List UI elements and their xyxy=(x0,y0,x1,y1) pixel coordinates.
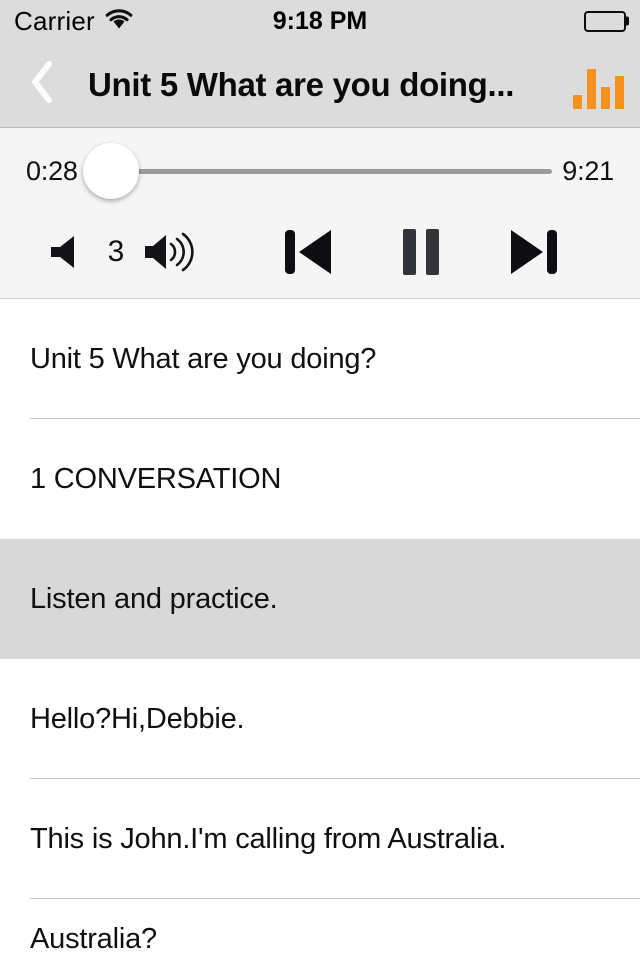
seek-slider-thumb[interactable] xyxy=(82,143,139,199)
equalizer-bar-2 xyxy=(587,68,596,109)
list-item[interactable]: 1 CONVERSATION xyxy=(0,419,640,539)
list-item-label: Listen and practice. xyxy=(30,582,278,615)
back-button[interactable] xyxy=(26,57,72,113)
list-item[interactable]: Hello?Hi,Debbie. xyxy=(0,659,640,779)
elapsed-time-label: 0:28 xyxy=(26,155,78,186)
volume-level-label: 3 xyxy=(107,235,125,268)
audio-player-panel: 0:28 9:21 3 xyxy=(0,128,640,299)
seek-slider-track xyxy=(87,168,553,174)
equalizer-bars-icon[interactable] xyxy=(573,61,624,109)
playback-controls-row: 3 xyxy=(0,214,640,298)
next-track-icon[interactable] xyxy=(503,226,563,278)
carrier-label: Carrier xyxy=(14,5,95,36)
list-item-label: This is John.I'm calling from Australia. xyxy=(30,822,507,855)
list-item-label: Unit 5 What are you doing? xyxy=(30,342,377,375)
wifi-icon xyxy=(104,8,134,35)
scrubber-row: 0:28 9:21 xyxy=(0,128,640,214)
status-bar-right xyxy=(584,10,629,32)
status-bar-left: Carrier xyxy=(14,6,134,37)
list-item[interactable]: This is John.I'm calling from Australia. xyxy=(0,779,640,899)
list-item-label: 1 CONVERSATION xyxy=(30,462,282,495)
volume-group: 3 xyxy=(48,230,202,274)
battery-full-icon xyxy=(584,10,629,32)
battery-nub xyxy=(626,16,629,26)
list-item-active[interactable]: Listen and practice. xyxy=(0,539,640,659)
list-item-label: Australia? xyxy=(30,923,157,955)
chevron-left-icon xyxy=(26,58,56,111)
seek-slider[interactable] xyxy=(82,143,553,199)
navigation-bar: Unit 5 What are you doing... xyxy=(0,42,640,128)
equalizer-bar-3 xyxy=(601,86,610,109)
equalizer-bar-1 xyxy=(573,94,582,109)
transcript-list: Unit 5 What are you doing? 1 CONVERSATIO… xyxy=(0,299,640,959)
list-item[interactable]: Australia? xyxy=(0,899,640,959)
list-item[interactable]: Unit 5 What are you doing? xyxy=(0,299,640,419)
equalizer-bar-4 xyxy=(615,75,624,109)
total-time-label: 9:21 xyxy=(562,155,614,186)
volume-up-icon[interactable] xyxy=(142,230,202,274)
status-bar: Carrier 9:18 PM xyxy=(0,0,640,42)
transport-controls xyxy=(202,226,592,278)
volume-down-icon[interactable] xyxy=(48,232,90,272)
list-item-label: Hello?Hi,Debbie. xyxy=(30,702,245,735)
previous-track-icon[interactable] xyxy=(279,226,339,278)
page-title: Unit 5 What are you doing... xyxy=(88,65,515,103)
pause-icon[interactable] xyxy=(397,226,445,278)
